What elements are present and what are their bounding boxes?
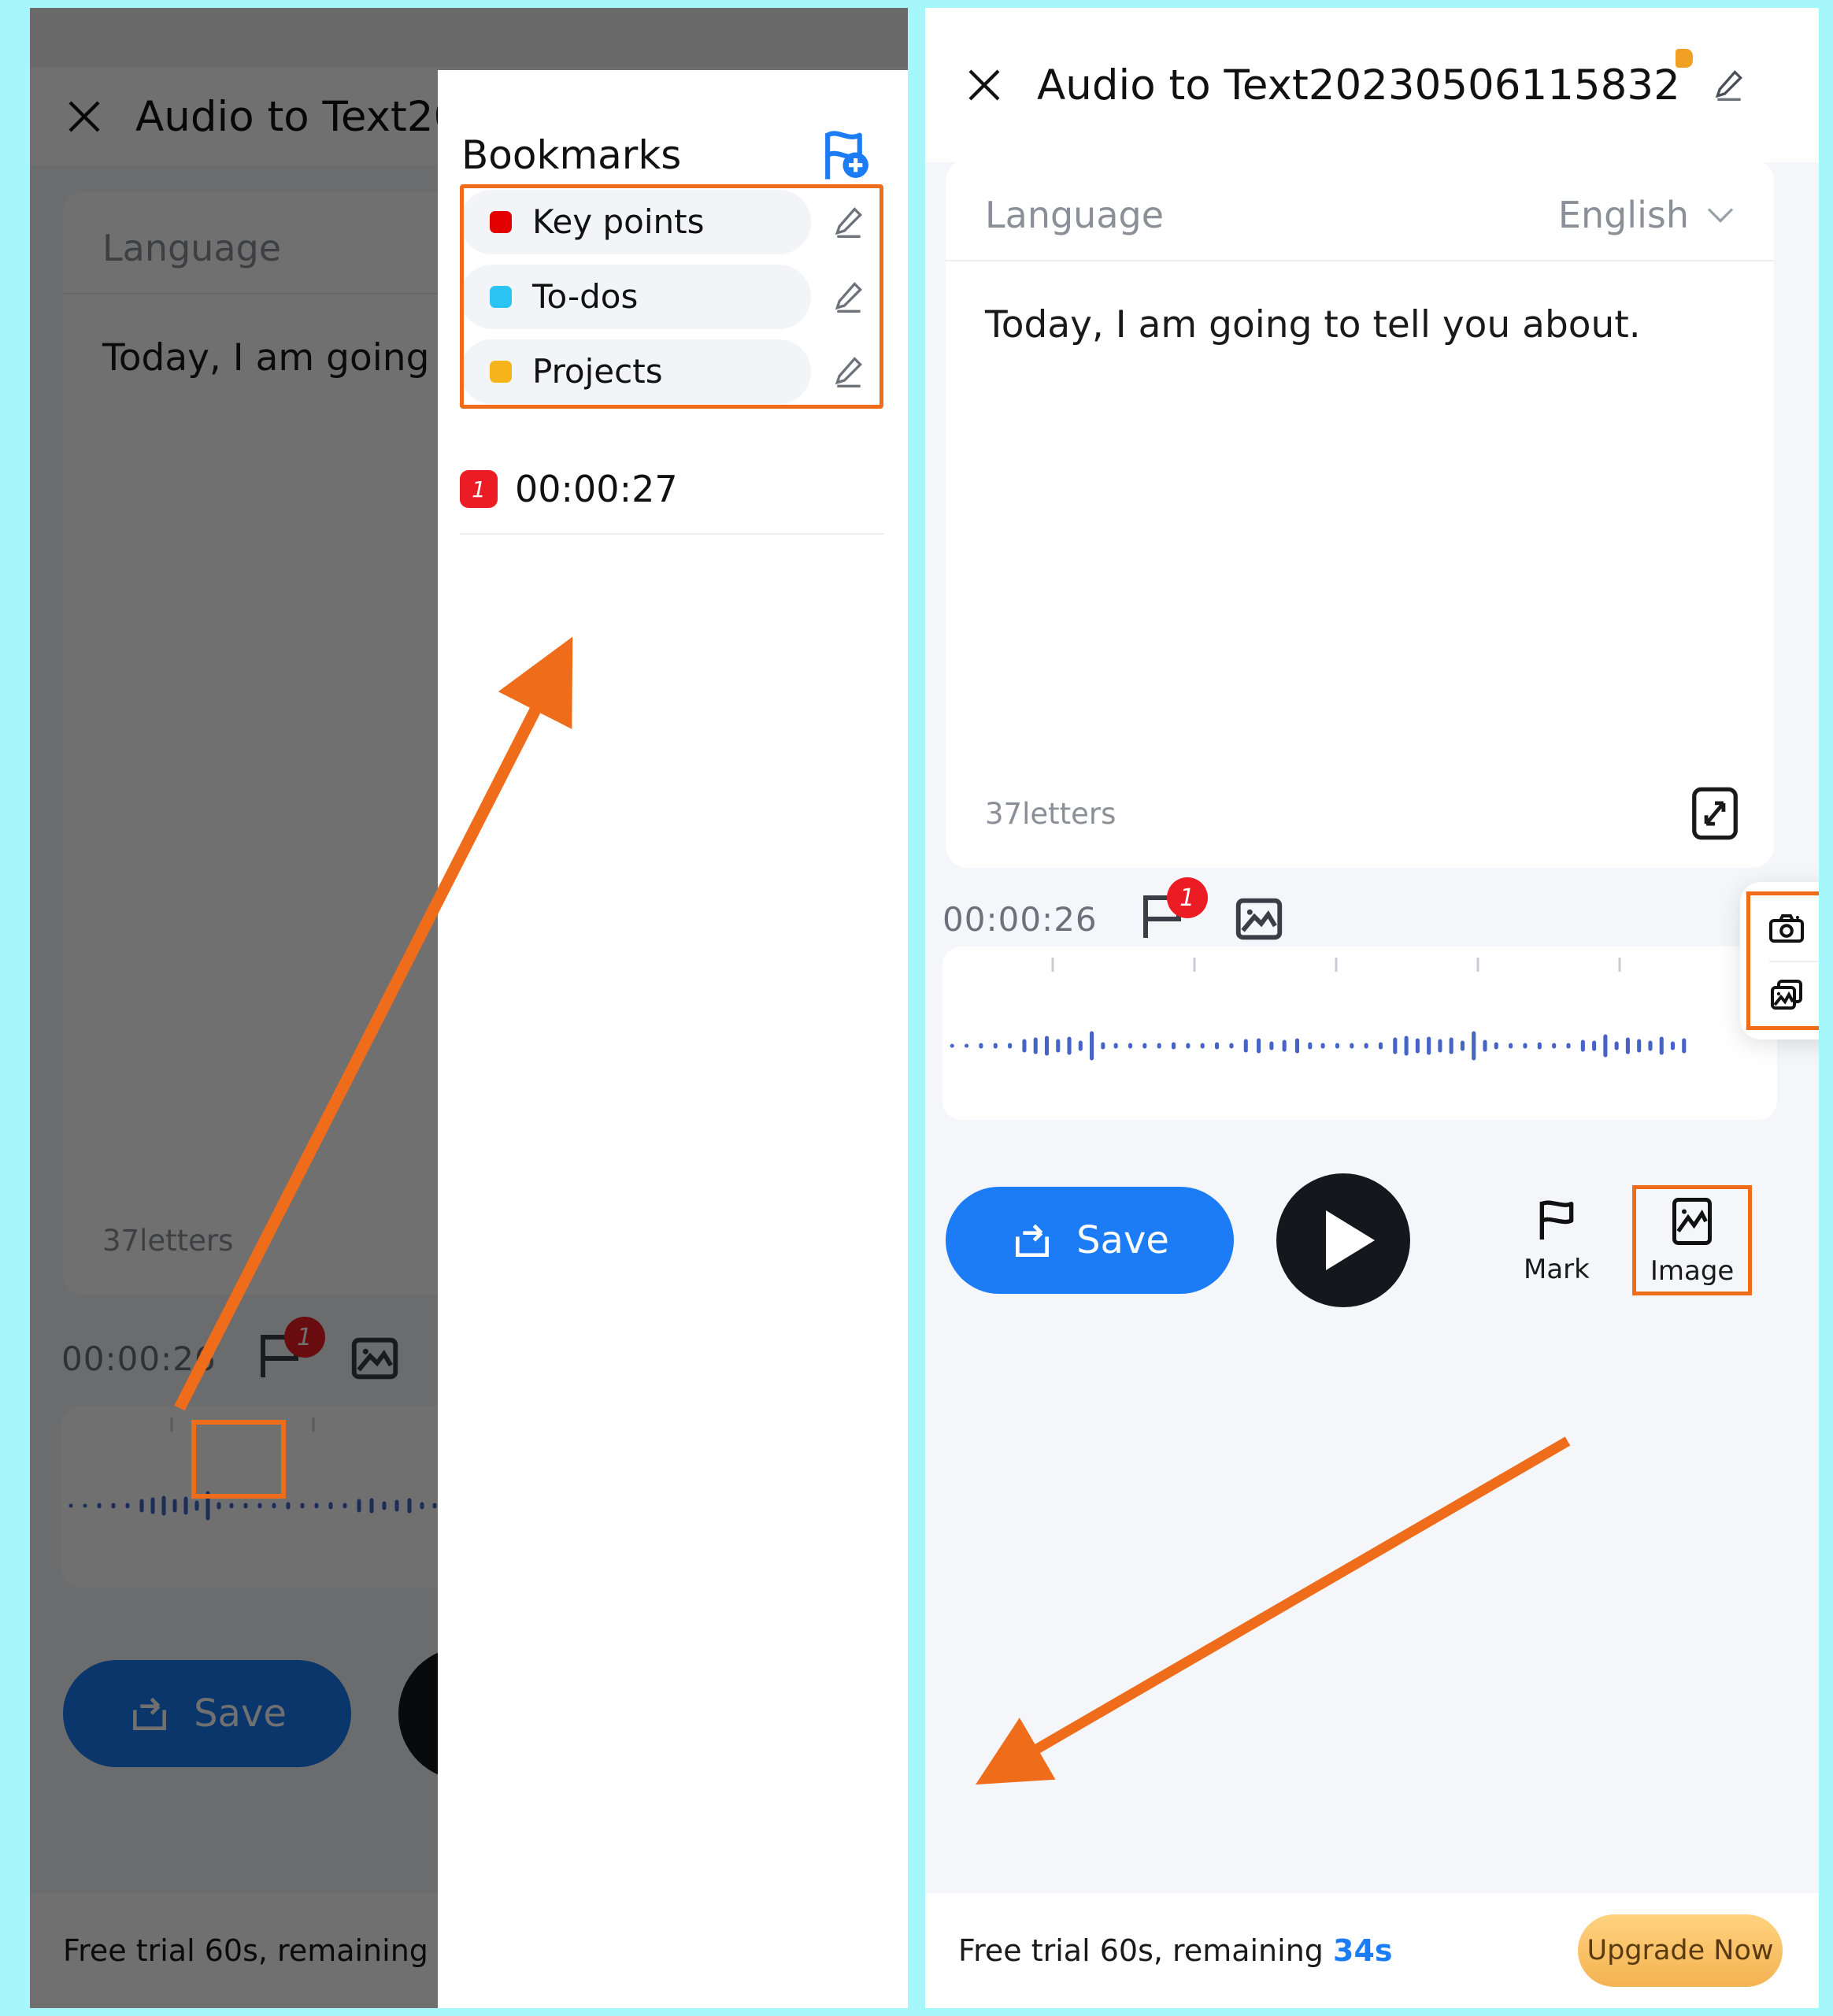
save-button[interactable]: Save xyxy=(946,1187,1234,1294)
chevron-down-icon xyxy=(1707,208,1734,223)
bookmark-entry-row[interactable]: 1 00:00:27 xyxy=(460,468,883,510)
camera-icon xyxy=(1769,914,1804,943)
right-screenshot-panel: Audio to Text20230506115832 Language Eng… xyxy=(925,8,1819,2008)
page-title: Audio to Text20230506115832 xyxy=(1037,61,1680,109)
mark-toggle[interactable]: 1 xyxy=(1134,877,1208,950)
orange-marker-dot xyxy=(1676,49,1693,68)
trial-text: Free trial 60s, remaining 34s xyxy=(63,1933,498,1968)
play-icon xyxy=(1326,1210,1375,1270)
divider xyxy=(460,533,883,535)
language-value: English xyxy=(1557,194,1689,236)
trial-label: Free trial 60s, remaining xyxy=(63,1933,428,1968)
save-label: Save xyxy=(1076,1218,1169,1262)
image-icon[interactable] xyxy=(347,1331,402,1386)
right-app-screen: Audio to Text20230506115832 Language Eng… xyxy=(925,8,1819,2008)
trial-label: Free trial 60s, remaining xyxy=(958,1933,1324,1968)
current-time: 00:00:26 xyxy=(61,1339,217,1378)
save-label: Save xyxy=(194,1692,287,1736)
upgrade-label: Upgrade Now xyxy=(1587,1935,1774,1966)
bookmark-entry-time: 00:00:27 xyxy=(515,468,678,510)
close-icon[interactable] xyxy=(63,95,106,138)
menu-item-take-photo[interactable]: Take a photo xyxy=(1750,895,1819,961)
play-button[interactable] xyxy=(1276,1173,1410,1307)
share-icon xyxy=(133,1697,167,1730)
photo-source-menu: Take a photo Select from Photos xyxy=(1740,882,1819,1040)
right-timeline-row: 00:00:26 1 xyxy=(942,877,1777,950)
audio-waveform xyxy=(950,1031,1687,1061)
expand-icon[interactable] xyxy=(1690,786,1739,841)
image-label: Image xyxy=(1650,1255,1735,1287)
status-bar xyxy=(30,8,908,68)
language-label: Language xyxy=(102,227,282,269)
right-card-footer: 37letters xyxy=(946,786,1774,868)
image-icon[interactable] xyxy=(1231,891,1287,947)
flag-plus-icon[interactable] xyxy=(820,127,872,183)
mark-count-badge: 1 xyxy=(1166,877,1208,918)
current-time: 00:00:26 xyxy=(942,899,1098,939)
bookmarks-sheet: Bookmarks Key points To-dos Projects 1 0… xyxy=(438,70,908,2008)
flag-icon xyxy=(1539,1200,1574,1240)
mark-button[interactable]: Mark xyxy=(1524,1195,1590,1285)
mark-highlight-box xyxy=(191,1420,286,1499)
bookmarks-highlight-box xyxy=(460,184,883,409)
letter-count: 37letters xyxy=(985,796,1116,831)
left-screenshot-panel: Audio to Text2023 Language English Today… xyxy=(30,8,908,2008)
right-waveform-card[interactable] xyxy=(942,947,1777,1120)
screenshot-stage: Audio to Text2023 Language English Today… xyxy=(0,0,1833,2016)
bookmarks-header: Bookmarks xyxy=(438,70,908,183)
photo-menu-highlight-box: Take a photo Select from Photos xyxy=(1746,891,1819,1030)
photos-icon xyxy=(1771,979,1802,1010)
close-icon[interactable] xyxy=(963,64,1005,106)
trial-remaining: 34s xyxy=(1333,1933,1393,1968)
right-trial-footer: Free trial 60s, remaining 34s Upgrade No… xyxy=(925,1893,1819,2008)
right-transcript-text[interactable]: Today, I am going to tell you about. xyxy=(946,261,1774,351)
right-transcript-card: Language English Today, I am going to te… xyxy=(946,159,1774,868)
timeline-ticks xyxy=(1051,958,1621,972)
image-button[interactable]: Image xyxy=(1631,1185,1753,1295)
language-label: Language xyxy=(985,194,1165,236)
share-icon xyxy=(1016,1224,1050,1257)
right-action-bar: Save Mark Image xyxy=(925,1142,1819,1339)
mark-label: Mark xyxy=(1524,1254,1590,1285)
upgrade-now-button[interactable]: Upgrade Now xyxy=(1578,1914,1783,1987)
letter-count: 37letters xyxy=(102,1223,234,1258)
edit-pencil-icon[interactable] xyxy=(1712,68,1746,102)
bookmarks-title: Bookmarks xyxy=(461,132,682,178)
right-header: Audio to Text20230506115832 xyxy=(925,8,1819,162)
right-language-row[interactable]: Language English xyxy=(946,159,1774,261)
trial-text: Free trial 60s, remaining 34s xyxy=(958,1933,1393,1968)
language-value-group[interactable]: English xyxy=(1558,194,1735,236)
mark-count-badge: 1 xyxy=(283,1317,325,1358)
save-button[interactable]: Save xyxy=(63,1660,351,1767)
image-icon xyxy=(1672,1198,1713,1245)
bookmark-entry-badge: 1 xyxy=(460,470,498,508)
menu-item-select-photos[interactable]: Select from Photos xyxy=(1750,962,1819,1028)
mark-toggle[interactable]: 1 xyxy=(251,1317,325,1389)
